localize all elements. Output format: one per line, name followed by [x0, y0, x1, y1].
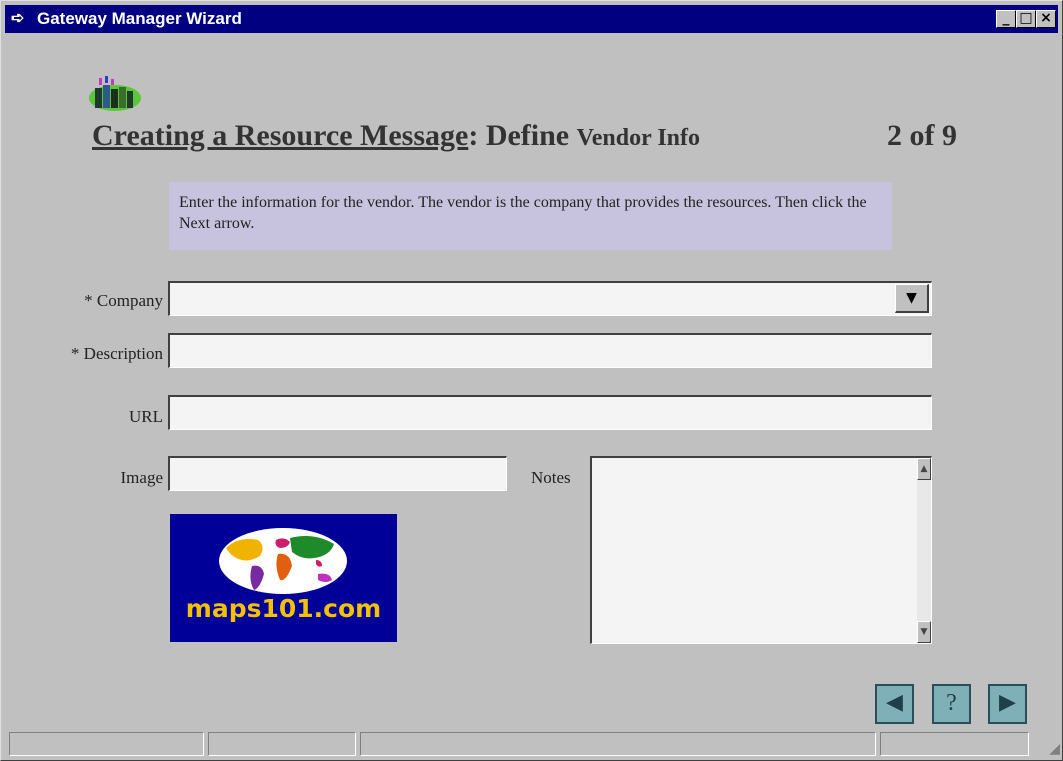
page-indicator: 2 of 9	[887, 119, 957, 152]
status-pane-2	[208, 732, 356, 756]
wizard-arrow-icon: ➪	[11, 10, 25, 27]
minimize-button[interactable]: _	[996, 10, 1016, 28]
wizard-window: ➪ Gateway Manager Wizard _ □ × Creating …	[0, 0, 1063, 761]
description-field[interactable]	[168, 333, 932, 368]
image-preview-text: maps101.com	[185, 594, 382, 623]
maximize-button[interactable]: □	[1016, 10, 1036, 28]
next-arrow-icon: ▶	[999, 690, 1016, 715]
image-label: Image	[120, 468, 163, 487]
company-label: * Company	[84, 291, 163, 310]
gateway-books-icon	[89, 76, 141, 111]
help-button[interactable]: ?	[932, 684, 971, 724]
page-title-sub: Vendor Info	[576, 125, 700, 151]
close-button[interactable]: ×	[1036, 10, 1056, 28]
chevron-down-icon[interactable]: ▼	[895, 284, 929, 313]
page-title: Creating a Resource Message: Define Vend…	[92, 119, 700, 153]
instructions-box: Enter the information for the vendor. Th…	[169, 182, 892, 250]
description-label: * Description	[70, 344, 163, 363]
page-title-main: Creating a Resource Message	[92, 119, 469, 152]
image-field[interactable]	[168, 456, 507, 491]
next-button[interactable]: ▶	[988, 684, 1027, 724]
world-map-icon	[219, 528, 347, 594]
notes-scrollbar[interactable]: ▲ ▼	[917, 458, 931, 643]
status-pane-4	[880, 732, 1029, 756]
scroll-down-icon[interactable]: ▼	[917, 621, 931, 643]
page-title-colon: :	[468, 119, 486, 152]
status-pane-3	[360, 732, 876, 756]
back-arrow-icon: ◀	[886, 690, 903, 715]
title-bar[interactable]: ➪ Gateway Manager Wizard _ □ ×	[5, 5, 1058, 33]
resize-grip-icon[interactable]: ◢	[1044, 742, 1060, 758]
url-label: URL	[129, 407, 163, 426]
page-title-define: Define	[485, 119, 577, 152]
window-title: Gateway Manager Wizard	[37, 9, 242, 28]
notes-textarea[interactable]: ▲ ▼	[590, 456, 932, 644]
status-pane-1	[9, 732, 204, 756]
scroll-up-icon[interactable]: ▲	[917, 458, 931, 480]
url-field[interactable]	[168, 395, 932, 430]
company-dropdown[interactable]: ▼	[168, 281, 932, 316]
back-button[interactable]: ◀	[875, 684, 914, 724]
notes-label: Notes	[531, 468, 571, 487]
image-preview: maps101.com	[170, 514, 397, 642]
